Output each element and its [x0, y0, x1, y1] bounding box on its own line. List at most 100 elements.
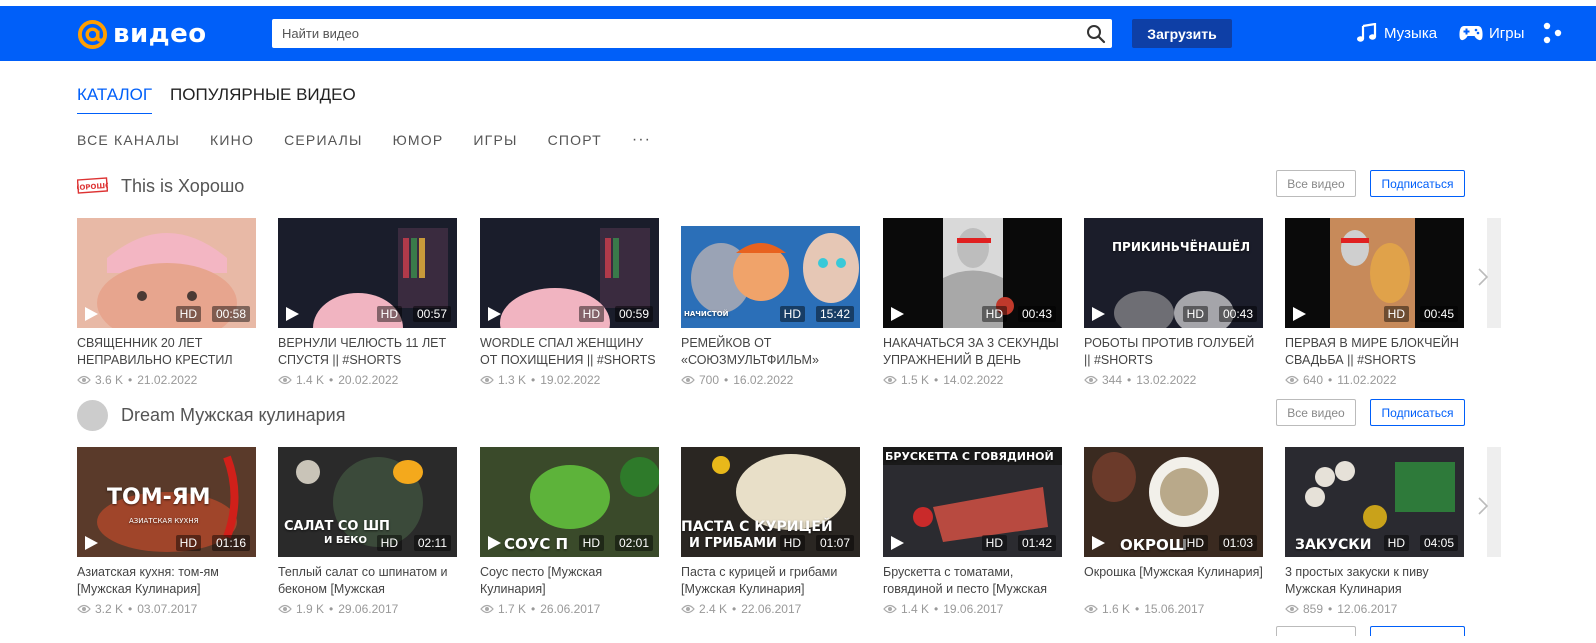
video-thumbnail[interactable]: HD 00:58	[77, 218, 256, 328]
category-sport[interactable]: СПОРТ	[548, 132, 602, 148]
video-card[interactable]: ОКРОШ HD 01:03 Окрошка [Мужская Кулинари…	[1084, 447, 1263, 616]
video-thumbnail[interactable]: ЗАКУСКИ HD 04:05	[1285, 447, 1464, 557]
hd-badge: HD	[376, 306, 402, 322]
chevron-right-icon[interactable]	[1476, 496, 1490, 516]
play-icon	[1293, 307, 1306, 321]
subscribe-button[interactable]: Подписаться	[1370, 399, 1465, 426]
video-title[interactable]: WORDLE СПАЛ ЖЕНЩИНУ ОТ ПОХИЩЕНИЯ || #sho…	[480, 335, 659, 369]
hd-badge: HD	[376, 535, 402, 551]
hd-badge: HD	[981, 306, 1007, 322]
video-card[interactable]: ПАСТА С КУРИЦЕЙ И ГРИБАМИ HD 01:07 Паста…	[681, 447, 860, 616]
category-all-channels[interactable]: ВСЕ КАНАЛЫ	[77, 132, 180, 148]
video-thumbnail[interactable]: HD 00:43	[883, 218, 1062, 328]
upload-date: 15.06.2017	[1144, 602, 1205, 616]
thumbnail-overlay-text: ТОМ-ЯМ	[107, 485, 211, 510]
video-title[interactable]: Окрошка [Мужская Кулинария]	[1084, 564, 1263, 598]
video-card[interactable]: HD 00:57 ВЕРНУЛИ ЧЕЛЮСТЬ 11 ЛЕТ СПУСТЯ |…	[278, 218, 457, 387]
video-card[interactable]: ЗАКУСКИ HD 04:05 3 простых закуски к пив…	[1285, 447, 1464, 616]
video-meta: 1.7 K • 26.06.2017	[480, 602, 659, 616]
channel-header[interactable]: Dream Мужская кулинария	[77, 399, 345, 431]
video-thumbnail[interactable]: БРУСКЕТТА С ГОВЯДИНОЙ HD 01:42	[883, 447, 1062, 557]
upload-date: 13.02.2022	[1136, 373, 1197, 387]
video-card[interactable]: САЛАТ СО ШП И БЕКО HD 02:11 Теплый салат…	[278, 447, 457, 616]
play-icon	[1092, 536, 1105, 550]
thumbnail-overlay-text: САЛАТ СО ШП	[284, 519, 390, 534]
video-card[interactable]: HD 00:59 WORDLE СПАЛ ЖЕНЩИНУ ОТ ПОХИЩЕНИ…	[480, 218, 659, 387]
channel-header[interactable]: ХОРОШО This is Хорошо	[77, 170, 244, 202]
video-title[interactable]: 3 простых закуски к пиву Мужская Кулинар…	[1285, 564, 1464, 598]
thumbnail-overlay-text: НАЧИСТОЙ	[684, 310, 729, 318]
category-games[interactable]: ИГРЫ	[473, 132, 517, 148]
video-thumbnail[interactable]: ПАСТА С КУРИЦЕЙ И ГРИБАМИ HD 01:07	[681, 447, 860, 557]
subscribe-button[interactable]: Подписаться	[1370, 170, 1465, 197]
video-card[interactable]: НАЧИСТОЙ HD 15:42 РЕМЕЙКОВ ОТ «СОЮЗМУЛЬТ…	[681, 218, 860, 387]
video-card[interactable]: HD 00:58 СВЯЩЕННИК 20 ЛЕТ НЕПРАВИЛЬНО КР…	[77, 218, 256, 387]
video-thumbnail[interactable]: НАЧИСТОЙ HD 15:42	[681, 218, 860, 328]
category-more-button[interactable]: ···	[632, 131, 651, 149]
channel-avatar	[77, 399, 108, 431]
video-thumbnail[interactable]: HD 00:59	[480, 218, 659, 328]
hd-badge: HD	[175, 306, 201, 322]
category-movies[interactable]: КИНО	[210, 132, 254, 148]
video-meta: 1.4 K • 20.02.2022	[278, 373, 457, 387]
duration-badge: 01:16	[211, 535, 250, 551]
duration-badge: 01:07	[815, 535, 854, 551]
music-link[interactable]: Музыка	[1356, 22, 1437, 44]
thumbnail-overlay-subtext: И ГРИБАМИ	[689, 536, 777, 551]
video-title[interactable]: РОБОТЫ ПРОТИВ ГОЛУБЕЙ || #shorts	[1084, 335, 1263, 369]
upload-date: 22.06.2017	[741, 602, 802, 616]
video-title[interactable]: Брускетта с томатами, говядиной и песто …	[883, 564, 1062, 598]
view-count: 1.6 K	[1102, 602, 1131, 616]
all-videos-button[interactable]: Все видео	[1276, 170, 1356, 197]
search-input[interactable]	[272, 19, 1072, 48]
video-thumbnail[interactable]: HD 00:57	[278, 218, 457, 328]
video-thumbnail[interactable]: HD 00:45	[1285, 218, 1464, 328]
chevron-right-icon[interactable]	[1476, 267, 1490, 287]
video-card[interactable]: ТОМ-ЯМ АЗИАТСКАЯ КУХНЯ HD 01:16 Азиатска…	[77, 447, 256, 616]
all-videos-button[interactable]: Все видео	[1276, 399, 1356, 426]
channel-title: This is Хорошо	[121, 175, 245, 196]
eye-icon	[1084, 375, 1098, 385]
video-thumbnail[interactable]: ОКРОШ HD 01:03	[1084, 447, 1263, 557]
video-title[interactable]: НАКАЧАТЬСЯ ЗА 3 СЕКУНДЫ УПРАЖНЕНИЙ В ДЕН…	[883, 335, 1062, 369]
eye-icon	[883, 604, 897, 614]
category-humor[interactable]: ЮМОР	[393, 132, 444, 148]
video-card[interactable]: СОУС П HD 02:01 Соус песто [Мужская Кули…	[480, 447, 659, 616]
video-row: ТОМ-ЯМ АЗИАТСКАЯ КУХНЯ HD 01:16 Азиатска…	[77, 447, 1501, 617]
tab-popular[interactable]: ПОПУЛЯРНЫЕ ВИДЕО	[170, 85, 356, 114]
video-card[interactable]: ПРИКИНЬЧЁНАШЁЛ HD 00:43 РОБОТЫ ПРОТИВ ГО…	[1084, 218, 1263, 387]
video-thumbnail[interactable]: ПРИКИНЬЧЁНАШЁЛ HD 00:43	[1084, 218, 1263, 328]
video-thumbnail[interactable]: САЛАТ СО ШП И БЕКО HD 02:11	[278, 447, 457, 557]
video-title[interactable]: Азиатская кухня: том-ям [Мужская Кулинар…	[77, 564, 256, 598]
video-thumbnail[interactable]: ТОМ-ЯМ АЗИАТСКАЯ КУХНЯ HD 01:16	[77, 447, 256, 557]
duration-badge: 00:45	[1419, 306, 1458, 322]
duration-badge: 04:05	[1419, 535, 1458, 551]
upload-date: 29.06.2017	[338, 602, 399, 616]
video-thumbnail[interactable]: СОУС П HD 02:01	[480, 447, 659, 557]
video-card[interactable]: БРУСКЕТТА С ГОВЯДИНОЙ HD 01:42 Брускетта…	[883, 447, 1062, 616]
eye-icon	[1285, 375, 1299, 385]
view-count: 3.6 K	[95, 373, 124, 387]
video-title[interactable]: СВЯЩЕННИК 20 ЛЕТ НЕПРАВИЛЬНО КРЕСТИЛ	[77, 335, 256, 369]
upload-date: 21.02.2022	[137, 373, 198, 387]
video-card[interactable]: HD 00:43 НАКАЧАТЬСЯ ЗА 3 СЕКУНДЫ УПРАЖНЕ…	[883, 218, 1062, 387]
view-count: 1.9 K	[296, 602, 325, 616]
eye-icon	[480, 375, 494, 385]
video-title[interactable]: Паста с курицей и грибами [Мужская Кулин…	[681, 564, 860, 598]
upload-date: 19.02.2022	[540, 373, 601, 387]
video-title[interactable]: Соус песто [Мужская Кулинария]	[480, 564, 659, 598]
games-link[interactable]: Игры	[1459, 22, 1524, 44]
music-link-label: Музыка	[1384, 24, 1438, 42]
category-series[interactable]: СЕРИАЛЫ	[284, 132, 362, 148]
video-title[interactable]: РЕМЕЙКОВ ОТ «СОЮЗМУЛЬТФИЛЬМ»	[681, 335, 860, 369]
tab-catalog[interactable]: КАТАЛОГ	[77, 85, 153, 114]
video-title[interactable]: ПЕРВАЯ В МИРЕ БЛОКЧЕЙН СВАДЬБА || #short…	[1285, 335, 1464, 369]
video-card[interactable]: HD 00:45 ПЕРВАЯ В МИРЕ БЛОКЧЕЙН СВАДЬБА …	[1285, 218, 1464, 387]
logo[interactable]: видео	[77, 18, 207, 50]
upload-button[interactable]: Загрузить	[1132, 19, 1232, 48]
apps-more-icon[interactable]	[1540, 21, 1566, 45]
video-title[interactable]: ВЕРНУЛИ ЧЕЛЮСТЬ 11 ЛЕТ СПУСТЯ || #shorts	[278, 335, 457, 369]
hd-badge: HD	[779, 306, 805, 322]
video-title[interactable]: Теплый салат со шпинатом и беконом [Мужс…	[278, 564, 457, 598]
search-icon[interactable]	[1086, 24, 1106, 44]
